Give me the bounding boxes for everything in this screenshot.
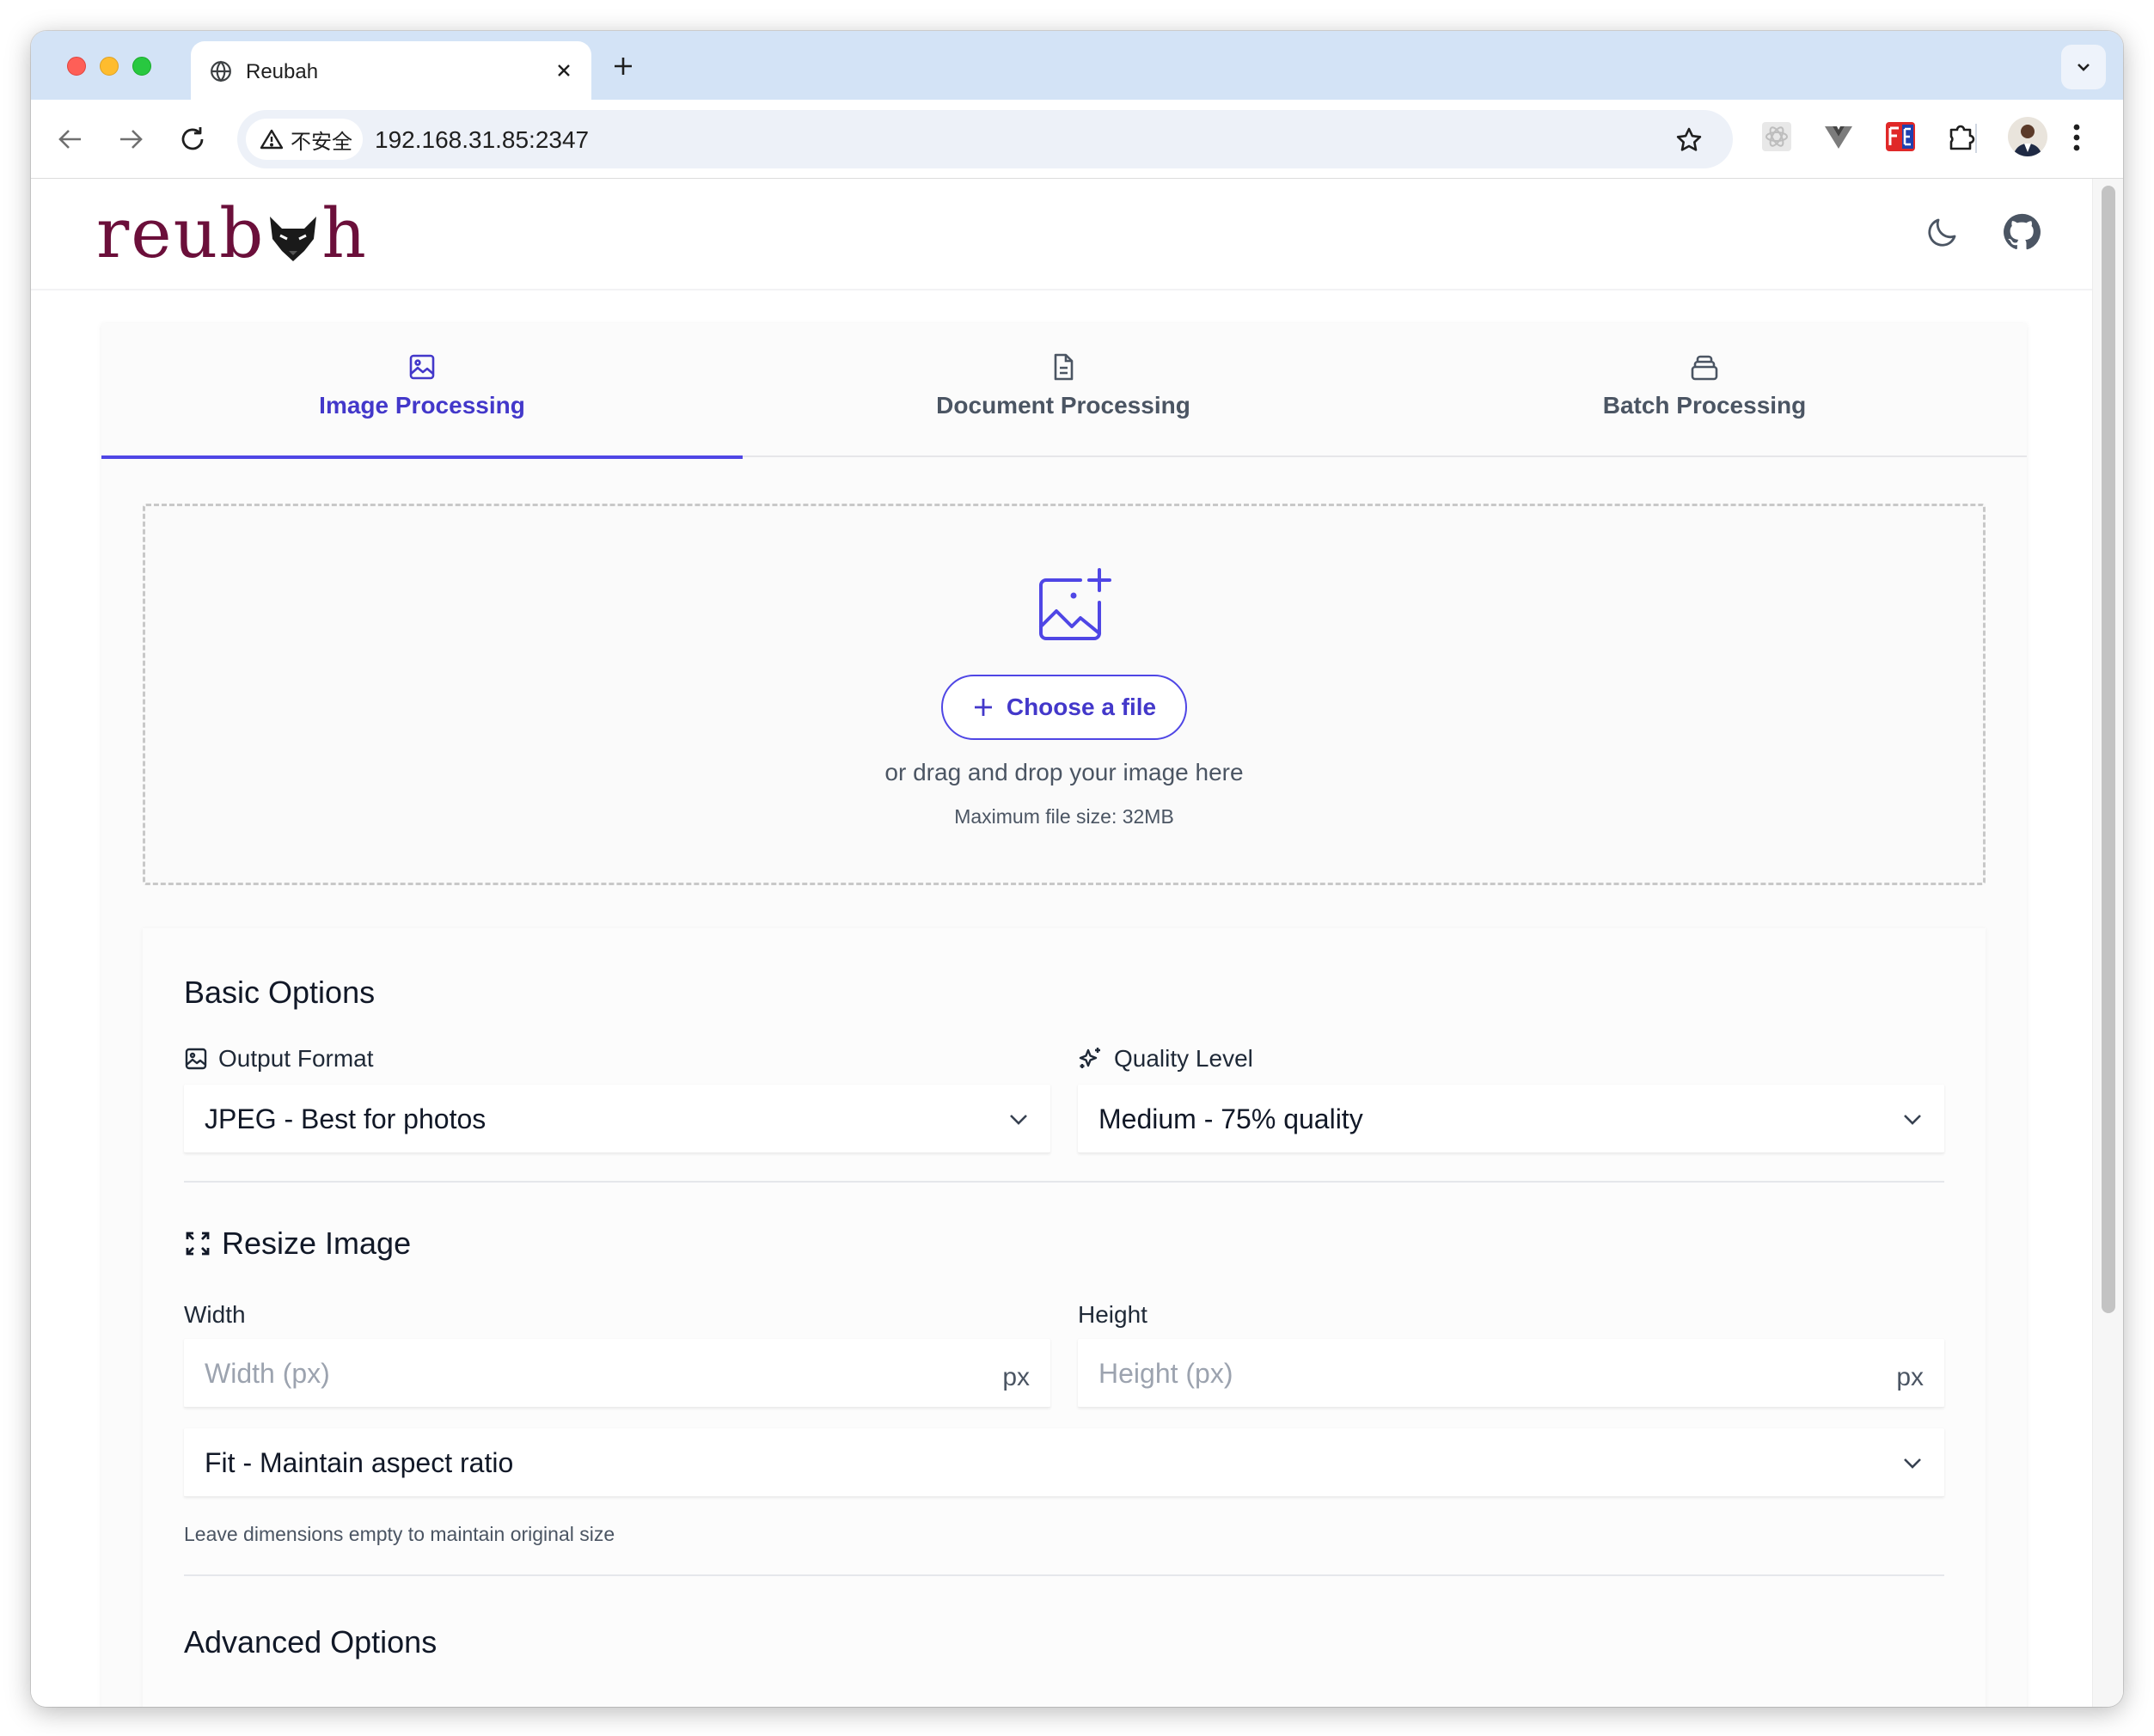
chevron-down-icon — [1901, 1454, 1924, 1471]
width-placeholder: Width (px) — [205, 1358, 330, 1389]
output-format-value: JPEG - Best for photos — [205, 1103, 486, 1134]
site-logo[interactable]: reub h — [96, 199, 368, 268]
max-file-size-text: Maximum file size: 32MB — [954, 805, 1174, 828]
site-header: reub h — [31, 179, 2092, 290]
logo-text-suffix: h — [321, 193, 368, 273]
minimize-window-button[interactable] — [100, 57, 119, 76]
forward-icon[interactable] — [115, 124, 146, 155]
moon-icon[interactable] — [1924, 213, 1961, 251]
resize-image-title-text: Resize Image — [222, 1226, 412, 1261]
quality-level-value: Medium - 75% quality — [1098, 1103, 1363, 1134]
output-format-label: Output Format — [184, 1045, 374, 1073]
image-icon — [185, 1048, 207, 1070]
url-text[interactable]: 192.168.31.85:2347 — [375, 126, 589, 154]
maximize-window-button[interactable] — [132, 57, 151, 76]
height-unit: px — [1896, 1363, 1924, 1391]
height-placeholder: Height (px) — [1098, 1358, 1233, 1389]
security-chip[interactable]: 不安全 — [246, 119, 363, 160]
tab-strip: Reubah — [31, 31, 2123, 100]
close-tab-icon[interactable] — [555, 62, 572, 79]
new-tab-icon[interactable] — [612, 55, 634, 77]
tab-label: Image Processing — [319, 392, 525, 419]
output-format-label-text: Output Format — [218, 1045, 374, 1072]
fe-helper-icon[interactable] — [1884, 120, 1917, 153]
security-label: 不安全 — [291, 130, 352, 154]
globe-icon — [210, 60, 232, 83]
chevron-down-icon — [1007, 1110, 1030, 1128]
tab-document-processing[interactable]: Document Processing — [743, 323, 1384, 457]
profile-avatar[interactable] — [2008, 117, 2047, 156]
processing-tabs: Image Processing Document Processing Bat… — [101, 323, 2027, 459]
tab-label: Batch Processing — [1602, 392, 1807, 419]
width-label: Width — [184, 1301, 246, 1328]
resize-hint: Leave dimensions empty to maintain origi… — [184, 1523, 615, 1545]
toolbar-separator — [1975, 124, 1977, 153]
address-bar[interactable]: 不安全 192.168.31.85:2347 — [237, 110, 1733, 168]
output-format-select[interactable]: JPEG - Best for photos — [184, 1085, 1050, 1153]
resize-image-title: Resize Image — [184, 1226, 411, 1262]
file-dropzone[interactable]: Choose a file or drag and drop your imag… — [143, 504, 1986, 885]
github-icon[interactable] — [2003, 213, 2041, 251]
plus-icon — [974, 699, 992, 716]
chevron-down-icon — [1901, 1110, 1924, 1128]
expand-icon — [186, 1232, 210, 1256]
processing-card: Image Processing Document Processing Bat… — [101, 323, 2027, 1707]
choose-file-button[interactable]: Choose a file — [941, 675, 1187, 740]
back-icon[interactable] — [55, 124, 86, 155]
scrollbar-thumb[interactable] — [2102, 186, 2115, 1313]
chevron-down-icon — [2078, 64, 2090, 71]
quality-level-label: Quality Level — [1078, 1045, 1253, 1073]
section-divider — [184, 1181, 1944, 1183]
extensions-puzzle-icon[interactable] — [1946, 120, 1979, 153]
bookmark-star-icon[interactable] — [1674, 125, 1704, 155]
warning-icon — [260, 129, 284, 150]
layers-icon — [1689, 352, 1720, 382]
sparkles-icon — [1079, 1048, 1100, 1068]
quality-level-label-text: Quality Level — [1114, 1045, 1253, 1072]
tab-batch-processing[interactable]: Batch Processing — [1384, 323, 2025, 457]
advanced-options-title: Advanced Options — [184, 1624, 438, 1660]
quality-level-select[interactable]: Medium - 75% quality — [1078, 1085, 1944, 1153]
section-divider — [184, 1574, 1944, 1576]
fox-logo-icon — [266, 213, 320, 263]
resize-mode-select[interactable]: Fit - Maintain aspect ratio — [184, 1428, 1944, 1497]
browser-menu-icon[interactable] — [2071, 120, 2082, 155]
react-devtools-icon[interactable] — [1760, 120, 1793, 153]
reload-icon[interactable] — [177, 124, 208, 155]
options-panel: Basic Options Output Format JPEG - Best … — [143, 928, 1986, 1707]
browser-toolbar: 不安全 192.168.31.85:2347 — [31, 100, 2123, 179]
document-icon — [1049, 352, 1078, 382]
page-scrollbar[interactable] — [2092, 179, 2123, 1707]
height-input[interactable]: Height (px) px — [1078, 1339, 1944, 1408]
page-viewport: reub h Image Processing Document Process… — [31, 179, 2092, 1707]
vue-devtools-icon[interactable] — [1822, 120, 1855, 153]
logo-text-prefix: reub — [96, 193, 266, 273]
choose-file-label: Choose a file — [1006, 694, 1157, 720]
width-input[interactable]: Width (px) px — [184, 1339, 1050, 1408]
browser-window: Reubah 不安全 192.168.31.85:2347 reub h Ima… — [31, 31, 2123, 1707]
tab-search-button[interactable] — [2061, 45, 2106, 89]
drag-drop-text: or drag and drop your image here — [884, 759, 1244, 785]
close-window-button[interactable] — [67, 57, 86, 76]
width-unit: px — [1002, 1363, 1030, 1391]
basic-options-title: Basic Options — [184, 975, 376, 1010]
browser-tab[interactable]: Reubah — [191, 41, 591, 100]
image-add-icon — [1032, 565, 1115, 647]
tab-image-processing[interactable]: Image Processing — [101, 323, 743, 459]
tab-label: Document Processing — [936, 392, 1190, 419]
browser-tab-title: Reubah — [246, 60, 319, 83]
image-icon — [407, 352, 437, 382]
resize-mode-value: Fit - Maintain aspect ratio — [205, 1447, 514, 1478]
height-label: Height — [1078, 1301, 1147, 1328]
